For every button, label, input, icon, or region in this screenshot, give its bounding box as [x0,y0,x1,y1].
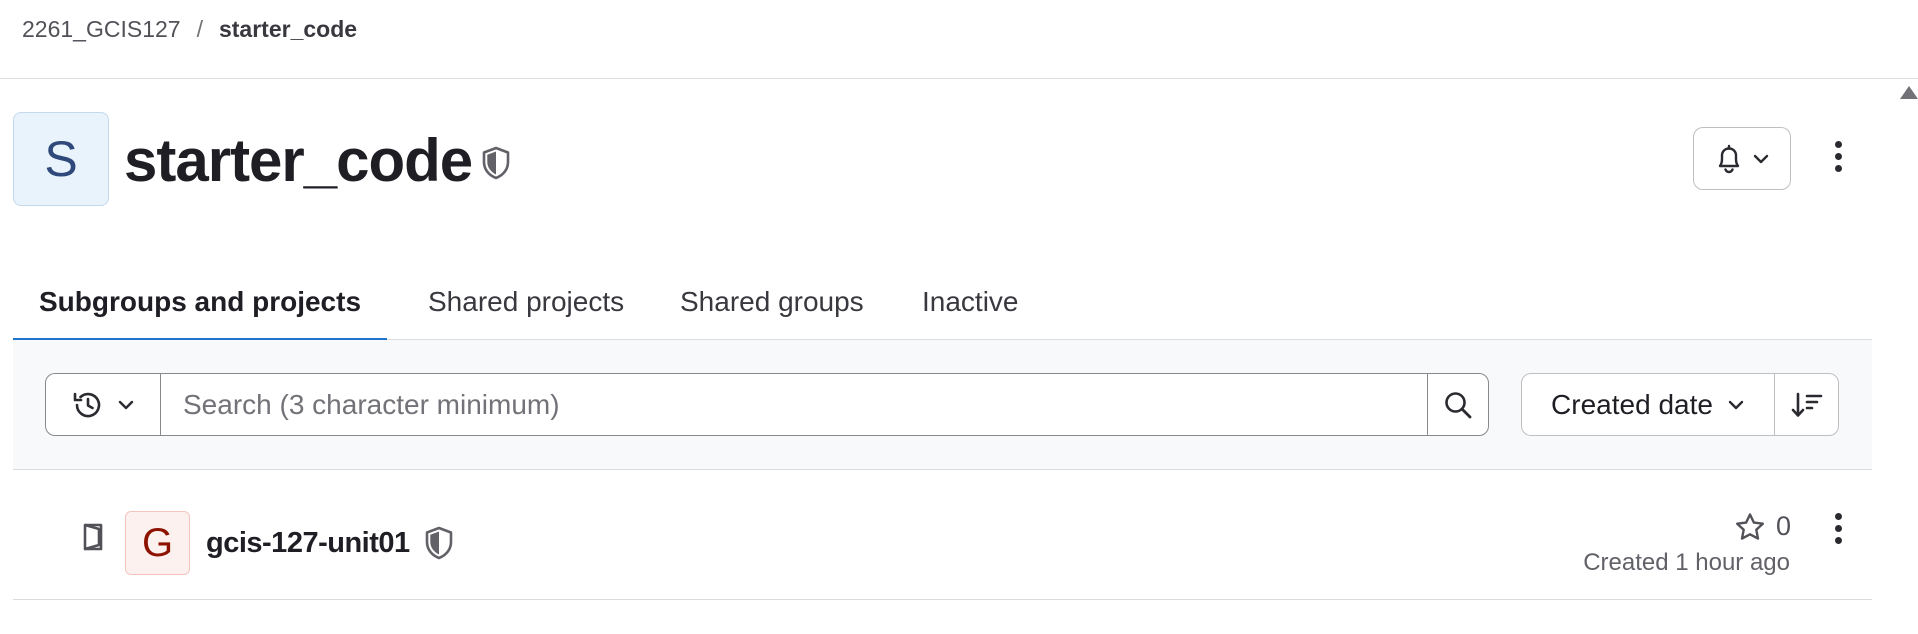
list-item: G gcis-127-unit01 0 Created 1 hour ago [13,471,1872,600]
star-icon [1736,512,1764,540]
star-count-value: 0 [1776,511,1792,541]
shield-icon[interactable] [424,526,454,560]
group-avatar: S [13,112,109,206]
created-timestamp: Created 1 hour ago [1583,549,1790,576]
sort-descending-icon [1791,392,1822,417]
tab-shared-groups[interactable]: Shared groups [654,264,890,340]
breadcrumb-current[interactable]: starter_code [219,16,357,43]
bell-icon [1718,144,1740,173]
top-bar: 2261_GCIS127 / starter_code [0,0,1918,79]
chevron-down-icon [1728,400,1744,409]
tab-shared-projects[interactable]: Shared projects [402,264,650,340]
tab-bar: Subgroups and projects Shared projects S… [13,264,1872,342]
breadcrumb-parent-link[interactable]: 2261_GCIS127 [22,16,181,43]
filter-bar: Created date [13,340,1872,470]
more-actions-kebab-icon[interactable] [1831,141,1845,172]
search-input[interactable] [160,373,1428,436]
project-actions-kebab-icon[interactable] [1831,513,1845,544]
sort-by-label: Created date [1551,388,1713,420]
history-icon [73,392,101,417]
recent-searches-button[interactable] [45,373,160,436]
chevron-down-icon [118,400,134,409]
project-type-icon [83,523,103,551]
search-icon [1445,391,1472,418]
tab-inactive[interactable]: Inactive [896,264,1045,340]
tab-subgroups-and-projects[interactable]: Subgroups and projects [13,264,388,342]
project-avatar[interactable]: G [125,511,190,575]
notification-settings-button[interactable] [1693,127,1791,190]
breadcrumb: 2261_GCIS127 / starter_code [22,14,357,44]
chevron-down-icon [1753,154,1769,163]
group-avatar-letter: S [44,131,78,187]
shield-icon[interactable] [481,146,511,180]
page-title: starter_code [124,127,473,194]
scrollbar-up-arrow[interactable] [1900,86,1918,99]
project-avatar-letter: G [141,520,174,565]
sort-by-dropdown[interactable]: Created date [1521,373,1775,436]
star-count[interactable]: 0 [1734,511,1791,542]
breadcrumb-separator: / [196,15,203,42]
search-button[interactable] [1427,373,1489,436]
sort-direction-button[interactable] [1774,373,1839,436]
project-name-link[interactable]: gcis-127-unit01 [206,525,410,561]
